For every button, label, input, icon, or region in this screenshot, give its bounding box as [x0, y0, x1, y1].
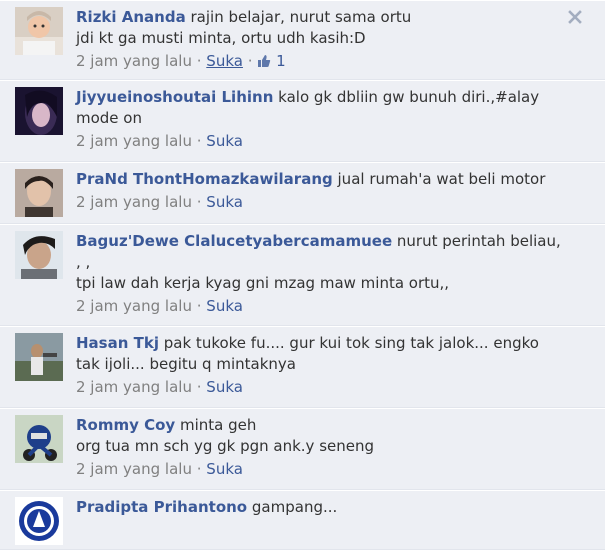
comment-meta: 2 jam yang lalu · Suka · 1 [76, 51, 605, 74]
comment-author[interactable]: Rommy Coy [76, 416, 175, 434]
comment-list: Rizki Ananda rajin belajar, nurut sama o… [0, 0, 605, 550]
like-link[interactable]: Suka [206, 52, 243, 70]
comment-text: jual rumah'a wat beli motor [337, 170, 546, 188]
comment-item: PraNd ThontHomazkawilarang jual rumah'a … [0, 162, 605, 224]
avatar[interactable] [15, 333, 63, 381]
close-icon[interactable] [567, 9, 583, 25]
comment-meta: 2 jam yang lalu · Suka [76, 459, 605, 480]
separator: · [196, 132, 202, 150]
comment-text: minta geh [180, 416, 257, 434]
timestamp[interactable]: 2 jam yang lalu [76, 193, 192, 211]
comment-author[interactable]: Rizki Ananda [76, 8, 186, 26]
comment-meta: 2 jam yang lalu · Suka [76, 377, 605, 398]
comment-author[interactable]: Jiyyueinoshoutai Lihinn [76, 88, 273, 106]
timestamp[interactable]: 2 jam yang lalu [76, 297, 192, 315]
comment-text: pak tukoke fu.... gur kui tok sing tak j… [163, 334, 539, 352]
comment-text: nurut perintah beliau, [396, 232, 561, 250]
comment-meta: 2 jam yang lalu · Suka [76, 296, 605, 317]
like-count[interactable]: 1 [257, 52, 286, 70]
comment-author[interactable]: Hasan Tkj [76, 334, 159, 352]
comment-text: tpi law dah kerja kyag gni mzag maw mint… [76, 274, 450, 292]
avatar[interactable] [15, 7, 63, 55]
comment-author[interactable]: Baguz'Dewe Clalucetyabercamamuee [76, 232, 392, 250]
comment-item: Baguz'Dewe Clalucetyabercamamuee nurut p… [0, 224, 605, 326]
comment-item: Pradipta Prihantono gampang... [0, 490, 605, 550]
timestamp[interactable]: 2 jam yang lalu [76, 132, 192, 150]
avatar[interactable] [15, 231, 63, 279]
like-count-value: 1 [276, 52, 286, 70]
comment-text: org tua mn sch yg gk pgn ank.y seneng [76, 437, 375, 455]
comment-meta: 2 jam yang lalu · Suka [76, 192, 605, 213]
avatar[interactable] [15, 169, 63, 217]
avatar[interactable] [15, 87, 63, 135]
timestamp[interactable]: 2 jam yang lalu [76, 460, 192, 478]
like-link[interactable]: Suka [206, 132, 243, 150]
comment-item: Hasan Tkj pak tukoke fu.... gur kui tok … [0, 326, 605, 408]
like-link[interactable]: Suka [206, 297, 243, 315]
timestamp[interactable]: 2 jam yang lalu [76, 52, 192, 70]
separator: · [196, 378, 202, 396]
like-link[interactable]: Suka [206, 193, 243, 211]
comment-item: Rizki Ananda rajin belajar, nurut sama o… [0, 0, 605, 80]
comment-text: , , [76, 253, 91, 271]
comment-text: gampang... [251, 498, 338, 516]
separator: · [196, 52, 202, 70]
avatar[interactable] [15, 497, 63, 545]
comment-text: tak ijoli... begitu q mintaknya [76, 355, 296, 373]
separator: · [196, 193, 202, 211]
like-link[interactable]: Suka [206, 378, 243, 396]
avatar[interactable] [15, 415, 63, 463]
comment-text: mode on [76, 109, 142, 127]
timestamp[interactable]: 2 jam yang lalu [76, 378, 192, 396]
comment-text: jdi kt ga musti minta, ortu udh kasih:D [76, 29, 366, 47]
comment-text: kalo gk dbliin gw bunuh diri.,#alay [278, 88, 540, 106]
comment-item: Jiyyueinoshoutai Lihinn kalo gk dbliin g… [0, 80, 605, 162]
comment-author[interactable]: PraNd ThontHomazkawilarang [76, 170, 333, 188]
like-link[interactable]: Suka [206, 460, 243, 478]
separator: · [196, 460, 202, 478]
thumbs-up-icon [257, 53, 271, 74]
comment-item: Rommy Coy minta geh org tua mn sch yg gk… [0, 408, 605, 490]
comment-meta: 2 jam yang lalu · Suka [76, 131, 605, 152]
separator: · [196, 297, 202, 315]
comment-author[interactable]: Pradipta Prihantono [76, 498, 247, 516]
separator: · [247, 52, 253, 70]
comment-text: rajin belajar, nurut sama ortu [190, 8, 412, 26]
